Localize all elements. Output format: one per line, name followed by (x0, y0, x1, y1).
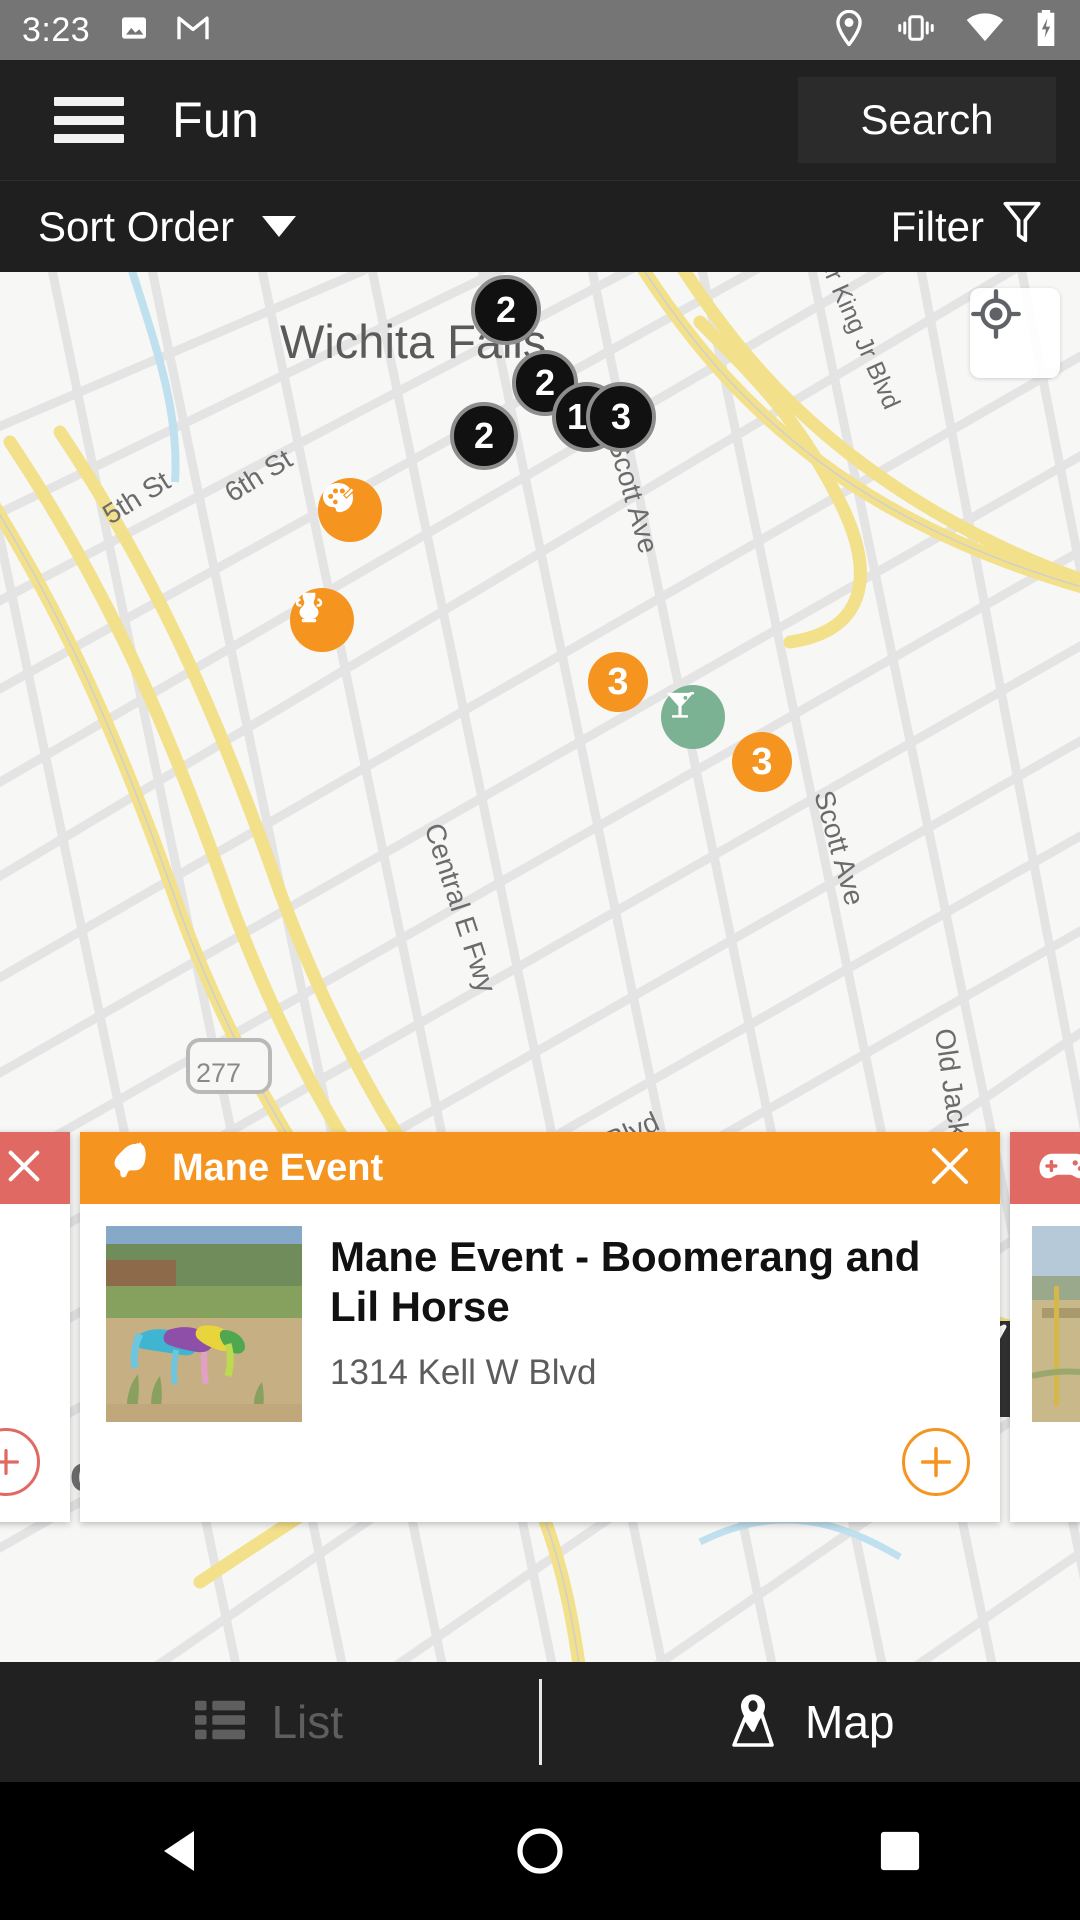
add-place-button[interactable] (0, 1428, 40, 1496)
place-title: Mane Event - Boomerang and Lil Horse (330, 1233, 921, 1330)
map-poi-count-marker[interactable]: 3 (588, 652, 648, 712)
close-icon[interactable] (926, 1142, 974, 1195)
close-icon[interactable] (4, 1146, 44, 1191)
map-poi-museum-marker[interactable] (290, 588, 354, 652)
place-card-body (1010, 1204, 1080, 1522)
status-bar-notification-icons (118, 12, 210, 49)
map-poi-art-marker[interactable] (318, 478, 382, 542)
status-bar-system-icons (832, 9, 1058, 51)
filter-label: Filter (890, 202, 984, 250)
filter-bar: Sort Order Filter (0, 180, 1080, 272)
status-bar-clock: 3:23 (22, 10, 91, 49)
circle-home-icon[interactable] (480, 1782, 600, 1920)
hamburger-menu-icon[interactable] (54, 97, 124, 143)
list-icon (195, 1698, 246, 1747)
funnel-icon (1002, 200, 1042, 254)
sort-order-dropdown[interactable]: Sort Order (38, 202, 297, 251)
place-card-text: Mane Event - Boomerang and Lil Horse 131… (330, 1226, 950, 1522)
vibrate-icon (896, 13, 936, 48)
location-icon (832, 9, 866, 51)
place-card-main[interactable]: Mane Event Mane Event - Boomerang and Li… (80, 1132, 1000, 1522)
bottom-nav-tab-list[interactable]: List (0, 1662, 539, 1782)
place-address: 1314 Kell W Blvd (330, 1353, 597, 1393)
place-card-next[interactable] (1010, 1132, 1080, 1522)
search-button[interactable]: Search (798, 77, 1056, 163)
place-thumbnail (106, 1226, 302, 1422)
map-poi-count-marker[interactable]: 3 (732, 732, 792, 792)
bottom-nav-label-map: Map (805, 1696, 895, 1748)
horse-head-icon (106, 1139, 156, 1198)
highway-shield-label: 277 (196, 1058, 242, 1088)
chevron-down-icon (262, 216, 297, 237)
wifi-icon (966, 12, 1004, 48)
place-card-carousel[interactable]: Mane Event Mane Event - Boomerang and Li… (0, 1132, 1080, 1522)
map-poi-nightlife-marker[interactable] (661, 685, 725, 749)
place-card-previous[interactable] (0, 1132, 70, 1522)
add-place-button[interactable] (902, 1428, 970, 1496)
bottom-nav-tab-map[interactable]: Map (542, 1662, 1080, 1782)
my-location-button[interactable] (970, 288, 1060, 378)
bottom-nav-label-list: List (271, 1696, 344, 1748)
map-pin-icon (727, 1692, 779, 1753)
place-card-body: Mane Event - Boomerang and Lil Horse 131… (80, 1204, 1000, 1522)
place-card-header (0, 1132, 70, 1204)
map-cluster-marker[interactable]: 3 (586, 382, 656, 452)
map-cluster-marker[interactable]: 2 (450, 402, 518, 470)
place-thumbnail (1032, 1226, 1080, 1422)
game-controller-icon (1036, 1144, 1080, 1193)
sort-order-label: Sort Order (38, 202, 235, 250)
triangle-back-icon[interactable] (120, 1782, 240, 1920)
map-cluster-marker[interactable]: 2 (471, 275, 541, 345)
image-icon (118, 12, 150, 49)
filter-button[interactable]: Filter (891, 200, 1042, 254)
place-card-header (1010, 1132, 1080, 1204)
status-bar: 3:23 (0, 0, 1080, 60)
app-title-bar: Fun Search (0, 60, 1080, 180)
android-system-nav (0, 1782, 1080, 1920)
battery-charging-icon (1034, 9, 1058, 51)
app-root: 3:23 Fun Search Sort Order Filter 277 Wi… (0, 0, 1080, 1920)
gmail-icon (176, 14, 210, 47)
place-card-body (0, 1204, 70, 1522)
square-recents-icon[interactable] (840, 1782, 960, 1920)
place-card-header: Mane Event (80, 1132, 1000, 1204)
place-card-title-header: Mane Event (172, 1146, 384, 1189)
bottom-navigation: List Map (0, 1662, 1080, 1782)
page-title: Fun (172, 92, 260, 148)
